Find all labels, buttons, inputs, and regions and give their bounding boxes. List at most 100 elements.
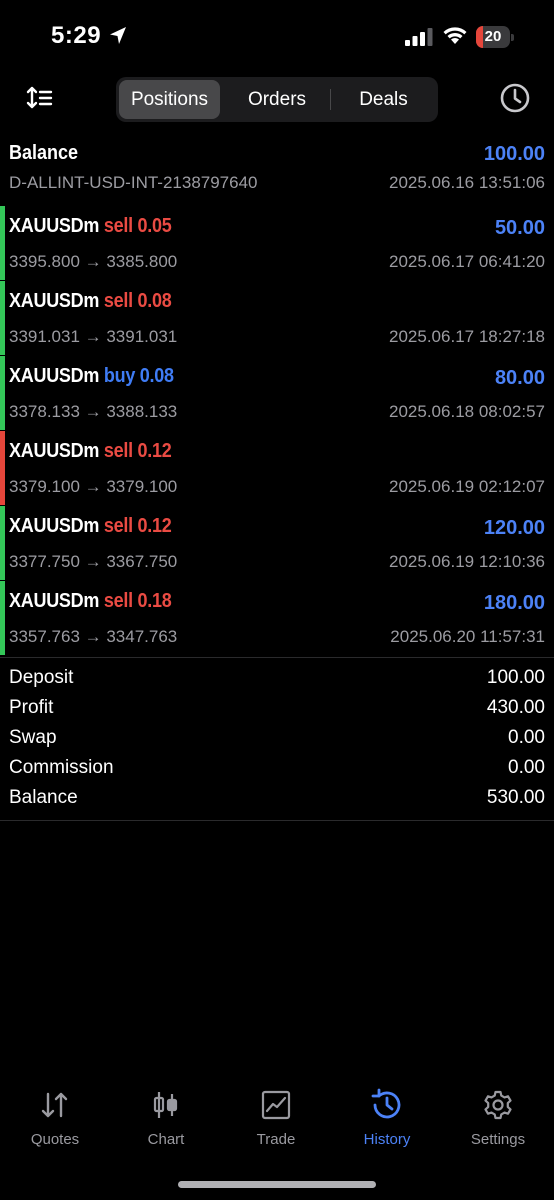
deal-side: sell — [103, 515, 133, 537]
deal-profit: 50.00 — [494, 217, 545, 239]
toolbar: Positions Orders Deals — [0, 75, 554, 125]
result-bar — [0, 581, 5, 655]
deal-row[interactable]: XAUUSDm buy 0.08 80.00 3378.133 → 3388.1… — [0, 355, 554, 430]
deal-symbol-line: XAUUSDm buy 0.08 — [9, 365, 174, 388]
deal-profit: 180.00 — [483, 592, 545, 614]
trade-icon — [261, 1090, 291, 1120]
result-bar — [0, 506, 5, 580]
status-time: 5:29 — [51, 22, 102, 49]
tab-label: Quotes — [30, 1131, 80, 1148]
summary-divider — [0, 820, 554, 821]
deal-row[interactable]: XAUUSDm sell 0.18 180.00 3357.763 → 3347… — [0, 580, 554, 655]
tab-quotes[interactable]: Quotes — [0, 1085, 110, 1148]
home-indicator — [178, 1181, 376, 1188]
deal-side: buy — [103, 365, 136, 387]
deal-symbol-line: XAUUSDm sell 0.12 — [9, 440, 172, 463]
deal-volume: 0.08 — [137, 290, 172, 312]
summary-value: 0.00 — [508, 757, 545, 778]
summary-label: Profit — [9, 697, 54, 718]
tab-label: Settings — [470, 1131, 526, 1148]
summary-row-deposit: Deposit 100.00 — [0, 664, 554, 694]
summary-label: Commission — [9, 757, 114, 778]
balance-entry-account: D-ALLINT-USD-INT-2138797640 — [9, 173, 258, 192]
deal-symbol-line: XAUUSDm sell 0.08 — [9, 290, 172, 313]
deal-symbol-line: XAUUSDm sell 0.05 — [9, 215, 172, 238]
deal-profit: 80.00 — [494, 367, 545, 389]
summary-row-balance: Balance 530.00 — [0, 784, 554, 814]
tab-deals[interactable]: Deals — [332, 80, 435, 119]
summary-row-profit: Profit 430.00 — [0, 694, 554, 724]
tab-orders[interactable]: Orders — [226, 80, 328, 119]
segmented-control: Positions Orders Deals — [116, 77, 438, 122]
deal-symbol: XAUUSDm — [9, 365, 100, 387]
deal-symbol-line: XAUUSDm sell 0.12 — [9, 515, 172, 538]
tab-label: History — [363, 1131, 411, 1148]
deal-side: sell — [103, 290, 133, 312]
chart-icon — [153, 1092, 178, 1118]
result-bar — [0, 431, 5, 505]
battery-level-text: 20 — [484, 28, 502, 45]
deal-prices: 3378.133 → 3388.133 — [9, 402, 178, 421]
clock-icon[interactable] — [499, 82, 531, 114]
deal-volume: 0.12 — [137, 515, 172, 537]
deal-row[interactable]: XAUUSDm sell 0.05 50.00 3395.800 → 3385.… — [0, 205, 554, 280]
summary-row-swap: Swap 0.00 — [0, 724, 554, 754]
deal-symbol-line: XAUUSDm sell 0.18 — [9, 590, 172, 613]
deal-prices: 3357.763 → 3347.763 — [9, 627, 178, 646]
deal-time: 2025.06.19 02:12:07 — [389, 477, 545, 496]
deal-symbol: XAUUSDm — [9, 515, 100, 537]
summary-label: Deposit — [9, 667, 74, 688]
tab-label: Chart — [147, 1131, 185, 1148]
segment-divider — [330, 89, 331, 110]
deal-row[interactable]: XAUUSDm sell 0.12 3379.100 → 3379.100 20… — [0, 430, 554, 505]
result-bar — [0, 281, 5, 355]
deal-side: sell — [103, 215, 133, 237]
deal-volume: 0.05 — [137, 215, 172, 237]
result-bar — [0, 356, 5, 430]
battery-indicator: 20 — [476, 26, 514, 48]
quotes-icon — [41, 1092, 68, 1118]
wifi-icon — [443, 27, 467, 44]
deal-volume: 0.12 — [137, 440, 172, 462]
tab-history[interactable]: History — [332, 1085, 442, 1148]
location-arrow-icon — [110, 27, 126, 44]
tab-settings[interactable]: Settings — [443, 1085, 553, 1148]
balance-entry-time: 2025.06.16 13:51:06 — [389, 173, 545, 192]
summary-value: 530.00 — [486, 787, 545, 808]
deal-side: sell — [103, 590, 133, 612]
sort-icon[interactable] — [25, 85, 53, 111]
summary-label: Swap — [9, 727, 57, 748]
deal-time: 2025.06.18 08:02:57 — [389, 402, 545, 421]
deal-prices: 3377.750 → 3367.750 — [9, 552, 178, 571]
deal-symbol: XAUUSDm — [9, 590, 100, 612]
balance-entry-amount: 100.00 — [483, 143, 545, 165]
tab-chart[interactable]: Chart — [111, 1085, 221, 1148]
summary-label: Balance — [9, 787, 78, 808]
deal-row[interactable]: XAUUSDm sell 0.08 3391.031 → 3391.031 20… — [0, 280, 554, 355]
history-icon — [371, 1088, 401, 1119]
settings-icon — [484, 1090, 512, 1120]
deal-symbol: XAUUSDm — [9, 440, 100, 462]
deal-volume: 0.18 — [137, 590, 172, 612]
balance-entry-title: Balance — [9, 142, 79, 164]
tab-trade[interactable]: Trade — [221, 1085, 331, 1148]
bottom-tab-bar: Quotes Chart Trade History Settings — [0, 1085, 554, 1165]
deal-side: sell — [103, 440, 133, 462]
deal-symbol: XAUUSDm — [9, 215, 100, 237]
deal-prices: 3395.800 → 3385.800 — [9, 252, 178, 271]
tab-positions[interactable]: Positions — [119, 80, 220, 119]
list-divider — [0, 657, 554, 658]
deal-time: 2025.06.19 12:10:36 — [389, 552, 545, 571]
deal-prices: 3391.031 → 3391.031 — [9, 327, 178, 346]
deal-profit: 120.00 — [483, 517, 545, 539]
deal-volume: 0.08 — [139, 365, 174, 387]
summary-row-commission: Commission 0.00 — [0, 754, 554, 784]
cellular-signal-icon — [405, 28, 433, 46]
status-bar: 5:29 20 — [0, 0, 554, 75]
summary-value: 430.00 — [486, 697, 545, 718]
summary-value: 0.00 — [508, 727, 545, 748]
summary-value: 100.00 — [486, 667, 545, 688]
tab-label: Trade — [256, 1131, 296, 1148]
deal-time: 2025.06.17 06:41:20 — [389, 252, 545, 271]
deal-row[interactable]: XAUUSDm sell 0.12 120.00 3377.750 → 3367… — [0, 505, 554, 580]
